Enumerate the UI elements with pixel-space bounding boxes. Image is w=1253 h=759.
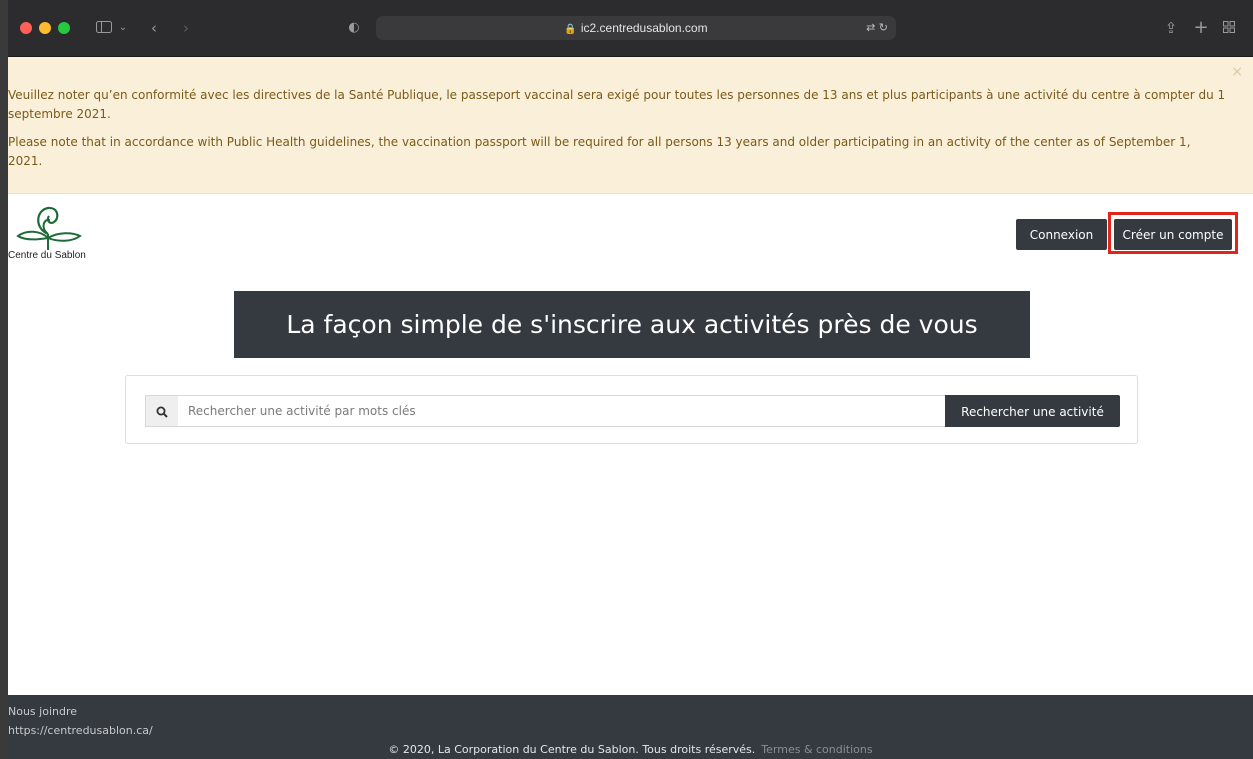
footer-copyright: © 2020, La Corporation du Centre du Sabl… xyxy=(388,743,756,756)
search-addon xyxy=(145,395,179,427)
new-tab-icon[interactable]: + xyxy=(1193,14,1209,42)
lock-icon: 🔒 xyxy=(564,24,577,35)
browser-window: ⌄ ‹ › ◐ 🔒 ic2.centredusablon.com ⇄ ↻ ⇪ + … xyxy=(8,0,1253,759)
footer-contact-link[interactable]: https://centredusablon.ca/ xyxy=(8,724,153,737)
footer-copyright-line: © 2020, La Corporation du Centre du Sabl… xyxy=(8,743,1253,756)
tab-overview-icon[interactable] xyxy=(1220,14,1238,42)
health-notice-alert: × Veuillez noter qu’en conformité avec l… xyxy=(8,57,1253,194)
privacy-shield-icon[interactable]: ◐ xyxy=(346,14,362,42)
forward-icon[interactable]: › xyxy=(178,14,194,42)
create-account-button[interactable]: Créer un compte xyxy=(1114,219,1232,250)
close-window-button[interactable] xyxy=(20,22,32,34)
hero-title: La façon simple de s'inscrire aux activi… xyxy=(234,291,1030,358)
sidebar-icon[interactable] xyxy=(94,14,114,42)
logo-text: Centre du Sablon xyxy=(8,250,86,261)
minimize-window-button[interactable] xyxy=(39,22,51,34)
login-button[interactable]: Connexion xyxy=(1016,219,1107,250)
browser-toolbar: ⌄ ‹ › ◐ 🔒 ic2.centredusablon.com ⇄ ↻ ⇪ + xyxy=(8,0,1253,57)
footer: Nous joindre https://centredusablon.ca/ … xyxy=(8,695,1253,759)
close-icon[interactable]: × xyxy=(1231,63,1243,82)
chevron-down-icon[interactable]: ⌄ xyxy=(116,14,130,42)
back-icon[interactable]: ‹ xyxy=(146,14,162,42)
zoom-window-button[interactable] xyxy=(58,22,70,34)
terms-link[interactable]: Termes & conditions xyxy=(761,743,872,756)
search-input[interactable] xyxy=(178,395,946,427)
address-bar[interactable]: 🔒 ic2.centredusablon.com ⇄ ↻ xyxy=(376,16,896,40)
translate-reload-icons[interactable]: ⇄ ↻ xyxy=(866,16,888,40)
search-icon xyxy=(156,406,168,418)
search-button[interactable]: Rechercher une activité xyxy=(945,395,1120,427)
alert-text-en: Please note that in accordance with Publ… xyxy=(8,135,1191,168)
url-text: ic2.centredusablon.com xyxy=(580,21,708,35)
footer-contact-label: Nous joindre xyxy=(8,705,78,718)
share-icon[interactable]: ⇪ xyxy=(1163,14,1179,42)
site-logo[interactable]: Centre du Sablon xyxy=(8,206,118,262)
logo-icon xyxy=(16,206,82,250)
alert-text-fr: Veuillez noter qu’en conformité avec les… xyxy=(8,88,1226,121)
